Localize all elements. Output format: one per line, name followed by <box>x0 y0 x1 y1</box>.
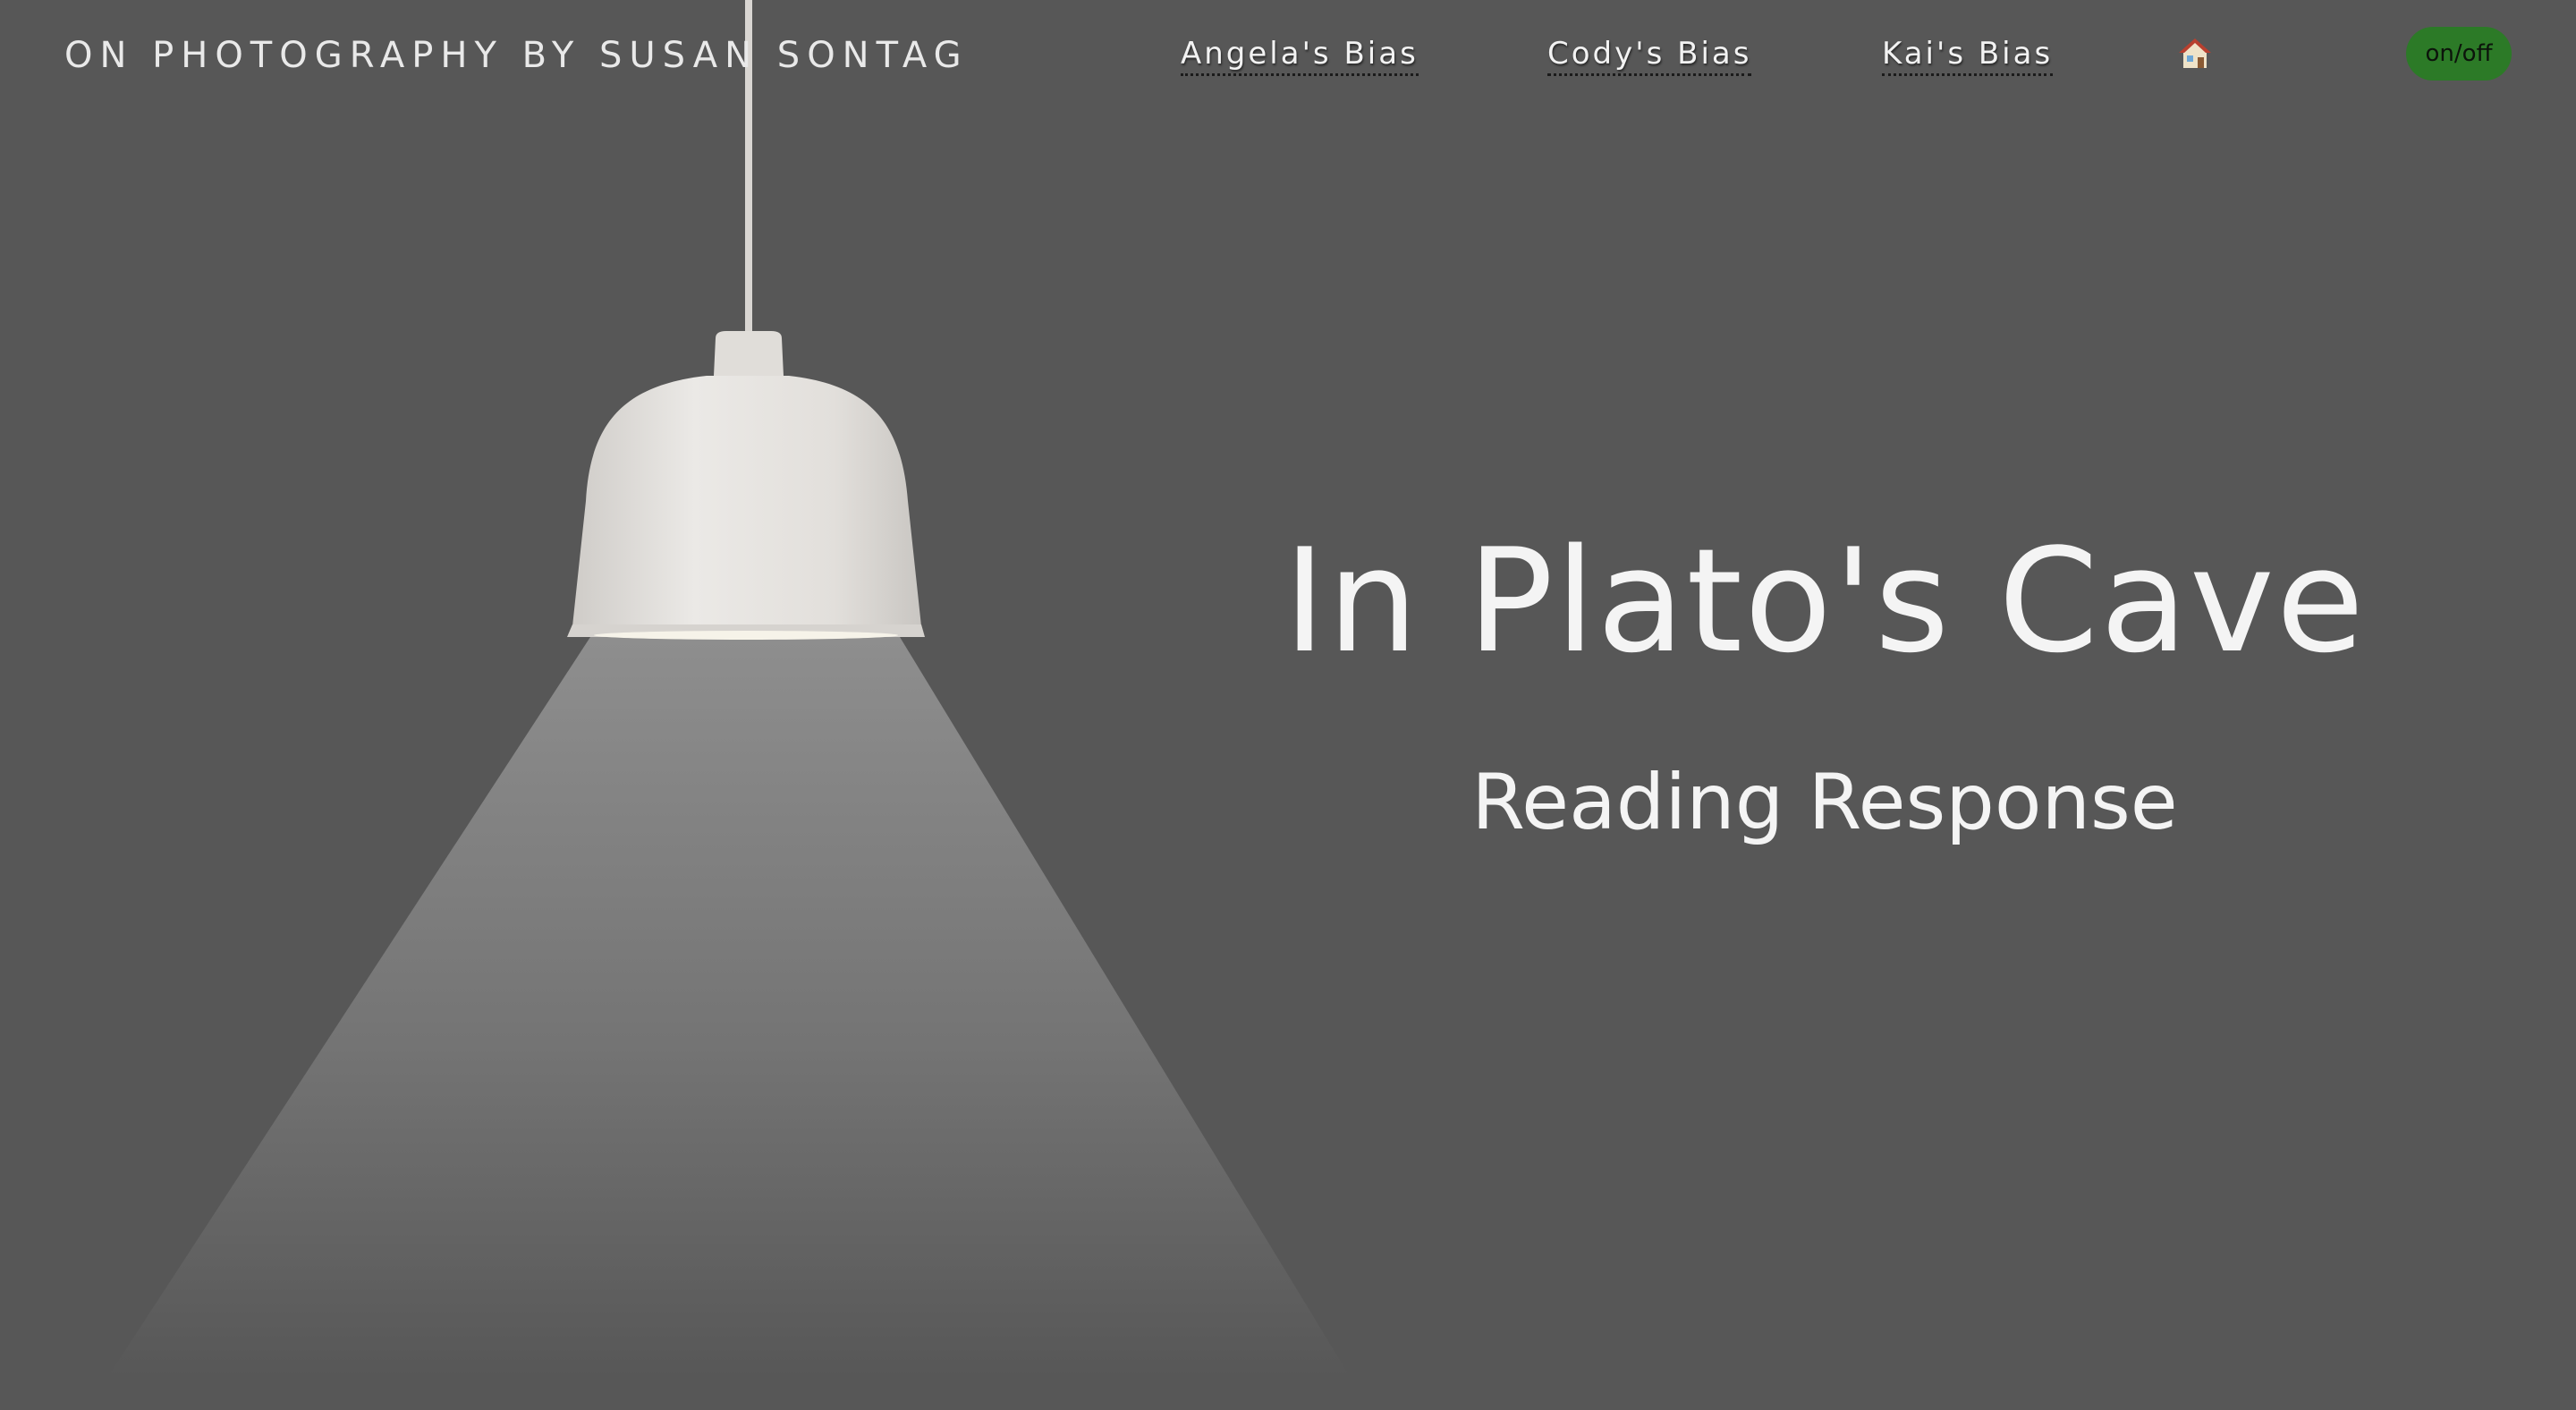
house-icon[interactable] <box>2177 36 2213 72</box>
lamp-illustration <box>107 0 1351 1378</box>
nav-link-codys-bias[interactable]: Cody's Bias <box>1547 34 1752 76</box>
light-beam <box>107 637 1351 1378</box>
lamp-bulb-glow <box>594 631 898 640</box>
lamp-cap <box>714 331 784 376</box>
site-title: ON PHOTOGRAPHY BY SUSAN SONTAG <box>64 35 969 76</box>
on-off-toggle-button[interactable]: on/off <box>2406 27 2512 81</box>
hero-title: In Plato's Cave <box>1283 517 2367 684</box>
hero-subtitle: Reading Response <box>1471 758 2178 847</box>
nav-link-kais-bias[interactable]: Kai's Bias <box>1882 34 2054 76</box>
lamp-shade <box>572 376 921 626</box>
page: ON PHOTOGRAPHY BY SUSAN SONTAG Angela's … <box>0 0 2576 1410</box>
nav-link-angelas-bias[interactable]: Angela's Bias <box>1181 34 1419 76</box>
